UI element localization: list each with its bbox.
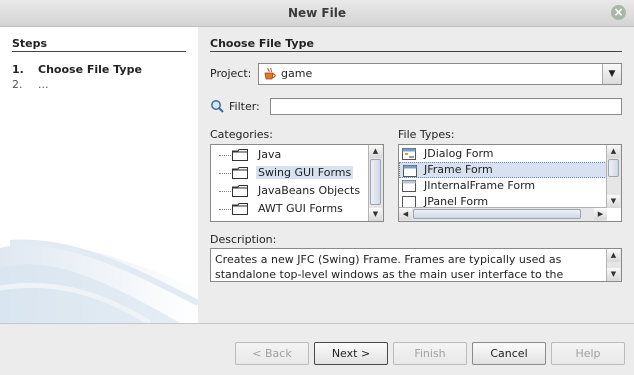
list-item[interactable]: JInternalFrame Form xyxy=(399,178,609,194)
dialog-form-icon xyxy=(402,148,416,160)
vertical-scrollbar[interactable]: ▲ ▼ xyxy=(368,145,383,221)
cancel-button[interactable]: Cancel xyxy=(472,342,546,365)
steps-heading: Steps xyxy=(12,37,48,50)
magnifier-icon xyxy=(211,100,224,113)
scroll-thumb[interactable] xyxy=(413,209,581,219)
list-item[interactable]: JDialog Form xyxy=(399,146,609,162)
description-label: Description: xyxy=(210,233,277,246)
folder-icon xyxy=(232,203,248,215)
panel-heading: Choose File Type xyxy=(210,37,314,50)
list-item[interactable]: JFrame Form xyxy=(399,162,609,178)
scroll-down-icon[interactable]: ▼ xyxy=(607,268,620,281)
scroll-thumb[interactable] xyxy=(370,159,381,205)
folder-icon xyxy=(232,185,248,197)
tree-node[interactable]: Java xyxy=(211,146,371,164)
step-item: 2.... xyxy=(12,78,49,91)
description-area[interactable]: Creates a new JFC (Swing) Frame. Frames … xyxy=(210,248,622,282)
list-item-label: JFrame Form xyxy=(424,163,493,176)
next-button[interactable]: Next > xyxy=(314,342,388,365)
tree-node-label: JavaBeans Objects xyxy=(258,184,361,197)
vertical-scrollbar[interactable]: ▲ ▼ xyxy=(606,145,621,208)
scroll-down-icon[interactable]: ▼ xyxy=(607,195,620,208)
back-button[interactable]: < Back xyxy=(235,342,309,365)
chevron-down-icon[interactable]: ▼ xyxy=(602,64,621,84)
project-select[interactable]: game ▼ xyxy=(258,63,622,85)
scroll-up-icon[interactable]: ▲ xyxy=(369,145,382,158)
step-number: 2. xyxy=(12,78,23,91)
title-bar: New File × xyxy=(0,0,634,27)
tree-node-label: Swing GUI Forms xyxy=(256,166,354,179)
scroll-down-icon[interactable]: ▼ xyxy=(369,208,382,221)
horizontal-scrollbar[interactable]: ◀ ▶ xyxy=(399,207,607,221)
file-types-label: File Types: xyxy=(398,128,455,141)
file-types-list[interactable]: JDialog Form JFrame Form JInternalFrame … xyxy=(398,144,622,222)
tree-node[interactable]: Swing GUI Forms xyxy=(211,164,371,182)
filter-label: Filter: xyxy=(229,100,260,113)
internal-frame-form-icon xyxy=(402,180,416,192)
categories-tree[interactable]: Java Swing GUI Forms JavaBeans Objects A… xyxy=(210,144,384,222)
list-item-label: JDialog Form xyxy=(424,147,494,160)
steps-panel: Steps 1. Choose File Type 2.... xyxy=(0,27,198,323)
close-icon[interactable]: × xyxy=(611,5,626,20)
step-number: 1. xyxy=(12,63,24,76)
folder-icon xyxy=(232,149,248,161)
scroll-up-icon[interactable]: ▲ xyxy=(607,249,620,262)
project-value: game xyxy=(281,67,313,80)
help-button[interactable]: Help xyxy=(551,342,625,365)
scroll-thumb[interactable] xyxy=(608,159,619,177)
scroll-up-icon[interactable]: ▲ xyxy=(607,145,620,158)
tree-node[interactable]: AWT GUI Forms xyxy=(211,200,371,218)
description-text: Creates a new JFC (Swing) Frame. Frames … xyxy=(215,253,564,281)
divider xyxy=(210,51,622,52)
tree-node-label: AWT GUI Forms xyxy=(258,202,343,215)
divider xyxy=(12,51,186,52)
tree-node[interactable]: JavaBeans Objects xyxy=(211,182,371,200)
step-label: ... xyxy=(38,78,49,91)
project-label: Project: xyxy=(210,67,252,80)
folder-icon xyxy=(232,167,248,179)
step-label: Choose File Type xyxy=(38,63,142,76)
divider xyxy=(0,323,634,324)
window-title: New File xyxy=(287,6,346,20)
scroll-right-icon[interactable]: ▶ xyxy=(594,208,607,220)
java-cup-icon xyxy=(264,67,276,80)
list-item-label: JInternalFrame Form xyxy=(424,179,536,192)
scroll-left-icon[interactable]: ◀ xyxy=(399,208,412,220)
vertical-scrollbar[interactable]: ▲ ▼ xyxy=(606,249,621,281)
categories-label: Categories: xyxy=(210,128,273,141)
finish-button[interactable]: Finish xyxy=(393,342,467,365)
decorative-swoosh xyxy=(0,239,198,323)
step-item: 1. Choose File Type xyxy=(12,63,142,76)
filter-input[interactable] xyxy=(270,98,622,115)
frame-form-icon xyxy=(403,165,417,177)
tree-node-label: Java xyxy=(258,148,282,161)
